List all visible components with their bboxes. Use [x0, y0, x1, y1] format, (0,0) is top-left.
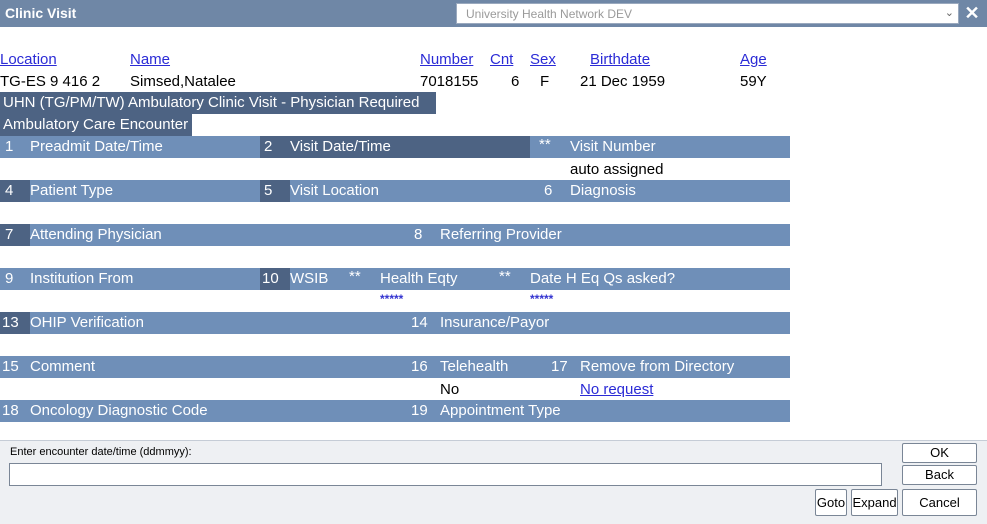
field-14-insurance-payor[interactable]: Insurance/Payor — [440, 312, 549, 334]
field-3-required-marker: ** — [539, 136, 551, 153]
cancel-button[interactable]: Cancel — [902, 489, 977, 516]
encounter-datetime-input[interactable] — [9, 463, 882, 486]
field-16-telehealth[interactable]: Telehealth — [440, 356, 508, 378]
field-19-appointment-type[interactable]: Appointment Type — [440, 400, 561, 422]
field-15-number: 15 — [2, 358, 19, 375]
field-13-number: 13 — [2, 314, 19, 331]
field-row-2 — [0, 180, 790, 202]
field-17-remove-from-directory[interactable]: Remove from Directory — [580, 356, 734, 378]
field-12-masked-value: ***** — [530, 292, 554, 306]
field-4-patient-type[interactable]: Patient Type — [30, 180, 113, 202]
patient-sex: F — [540, 73, 550, 90]
field-15-comment[interactable]: Comment — [30, 356, 95, 378]
field-12-date-h-eq-qs-asked[interactable]: Date H Eq Qs asked? — [530, 268, 675, 290]
encounter-type-banner: Ambulatory Care Encounter — [0, 114, 192, 136]
field-16-number: 16 — [411, 358, 428, 375]
field-2-number: 2 — [264, 138, 273, 155]
back-button[interactable]: Back — [902, 465, 977, 485]
field-8-referring-provider[interactable]: Referring Provider — [440, 224, 562, 246]
field-1-number: 1 — [5, 138, 14, 155]
visit-type-banner: UHN (TG/PM/TW) Ambulatory Clinic Visit -… — [0, 92, 436, 114]
header-birthdate-link[interactable]: Birthdate — [590, 51, 650, 68]
header-number-link[interactable]: Number — [420, 51, 473, 68]
patient-age: 59Y — [740, 73, 767, 90]
patient-number: 7018155 — [420, 73, 479, 90]
field-5-number: 5 — [264, 182, 273, 199]
patient-name: Simsed,Natalee — [130, 73, 236, 90]
close-icon[interactable]: ✕ — [962, 3, 982, 23]
field-17-value-link[interactable]: No request — [580, 381, 653, 398]
environment-select[interactable]: University Health Network DEV ⌄ — [456, 3, 959, 24]
field-6-diagnosis[interactable]: Diagnosis — [570, 180, 636, 202]
field-11-required-marker: ** — [349, 268, 361, 285]
field-4-number: 4 — [5, 182, 14, 199]
header-age-link[interactable]: Age — [740, 51, 767, 68]
field-16-value: No — [440, 381, 460, 398]
field-9-number: 9 — [5, 270, 14, 287]
field-8-number: 8 — [414, 226, 423, 243]
field-1-preadmit-datetime[interactable]: Preadmit Date/Time — [30, 136, 163, 158]
field-3-visit-number[interactable]: Visit Number — [570, 136, 656, 158]
field-11-health-eqty[interactable]: Health Eqty — [380, 268, 458, 290]
patient-birthdate: 21 Dec 1959 — [580, 73, 666, 90]
field-13-ohip-verification[interactable]: OHIP Verification — [30, 312, 144, 334]
prompt-label: Enter encounter date/time (ddmmyy): — [10, 446, 192, 458]
patient-location: TG-ES 9 416 2 — [0, 73, 101, 90]
environment-select-value: University Health Network DEV — [466, 7, 633, 21]
field-18-oncology-diagnostic-code[interactable]: Oncology Diagnostic Code — [30, 400, 208, 422]
field-2-visit-datetime[interactable]: Visit Date/Time — [290, 136, 391, 158]
field-14-number: 14 — [411, 314, 428, 331]
field-10-number: 10 — [262, 270, 279, 287]
field-10-wsib[interactable]: WSIB — [290, 268, 328, 290]
header-location-link[interactable]: Location — [0, 51, 57, 68]
field-19-number: 19 — [411, 402, 428, 419]
field-18-number: 18 — [2, 402, 19, 419]
patient-cnt: 6 — [511, 73, 520, 90]
field-3-value: auto assigned — [570, 161, 664, 178]
field-7-number: 7 — [5, 226, 14, 243]
expand-button[interactable]: Expand — [851, 489, 898, 516]
chevron-down-icon: ⌄ — [944, 7, 954, 19]
field-6-number: 6 — [544, 182, 553, 199]
field-9-institution-from[interactable]: Institution From — [30, 268, 133, 290]
ok-button[interactable]: OK — [902, 443, 977, 463]
field-12-required-marker: ** — [499, 268, 511, 285]
window-title: Clinic Visit — [5, 5, 77, 21]
title-bar: Clinic Visit University Health Network D… — [0, 0, 987, 27]
header-sex-link[interactable]: Sex — [530, 51, 556, 68]
field-7-attending-physician[interactable]: Attending Physician — [30, 224, 162, 246]
header-cnt-link[interactable]: Cnt — [490, 51, 513, 68]
goto-button[interactable]: Goto — [815, 489, 847, 516]
header-name-link[interactable]: Name — [130, 51, 170, 68]
field-5-visit-location[interactable]: Visit Location — [290, 180, 379, 202]
field-11-masked-value: ***** — [380, 292, 404, 306]
field-17-number: 17 — [551, 358, 568, 375]
